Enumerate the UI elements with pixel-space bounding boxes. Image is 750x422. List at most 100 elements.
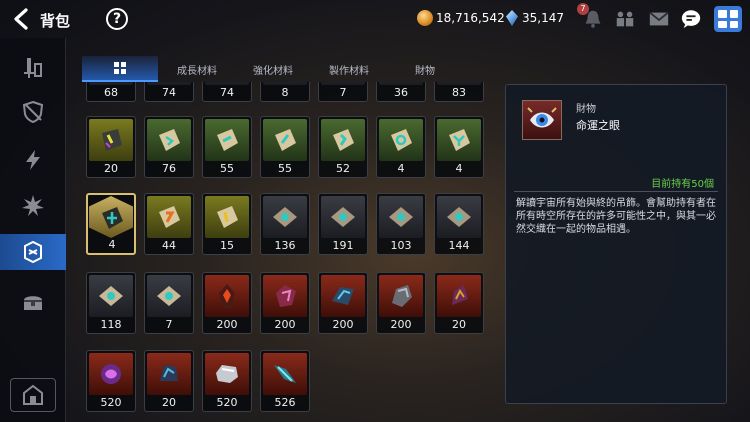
rune-stone-icon: [159, 129, 180, 151]
item-icon: [379, 275, 423, 317]
crystal-icon: [276, 285, 296, 307]
inventory-slot[interactable]: 20: [434, 272, 484, 334]
inventory-slot[interactable]: 200: [318, 272, 368, 334]
page-title: 背包: [40, 12, 71, 30]
burst-icon: [22, 195, 44, 216]
sidebar-item-equipment[interactable]: [0, 50, 66, 86]
inventory-slot[interactable]: 4: [376, 116, 426, 178]
inventory-slot[interactable]: 76: [144, 116, 194, 178]
item-icon: [89, 82, 133, 85]
gem-amount: 35,147: [522, 11, 564, 25]
inventory-slot[interactable]: 7: [318, 82, 368, 102]
item-icon: [321, 119, 365, 161]
inventory-slot[interactable]: 7: [144, 272, 194, 334]
item-count: 55: [278, 162, 292, 175]
inventory-slot[interactable]: 144: [434, 193, 484, 255]
crystal-icon: [332, 287, 354, 305]
rune-stone-icon: [449, 129, 470, 151]
item-icon: [205, 275, 249, 317]
gold-currency: 18,716,542: [417, 10, 505, 26]
ore-icon: [392, 285, 412, 307]
item-icon: [263, 119, 307, 161]
item-count: 20: [162, 396, 176, 409]
inventory-slot[interactable]: 520: [202, 350, 252, 412]
chat-button[interactable]: [680, 8, 702, 30]
item-count: 200: [390, 318, 412, 331]
mail-button[interactable]: [648, 8, 670, 30]
inventory-slot[interactable]: 55: [260, 116, 310, 178]
inventory-slot[interactable]: 83: [434, 82, 484, 102]
gem-icon: [506, 10, 518, 26]
inventory-slot[interactable]: 4: [434, 116, 484, 178]
back-arrow-icon: [14, 8, 28, 30]
menu-grid-cell: [729, 10, 738, 18]
item-count: 68: [104, 86, 118, 99]
tab-all[interactable]: [82, 56, 158, 82]
item-icon: [437, 82, 481, 85]
main-menu-button[interactable]: [714, 6, 742, 32]
inventory-slot[interactable]: 20: [86, 116, 136, 178]
rune-stone-icon: [102, 129, 122, 151]
item-count: 200: [274, 318, 296, 331]
crystal-icon: [452, 285, 468, 305]
detail-category: 財物: [576, 104, 596, 115]
inventory-slot[interactable]: 8: [260, 82, 310, 102]
tab-enhance-materials[interactable]: 強化材料: [238, 56, 308, 82]
item-count: 200: [216, 318, 238, 331]
inventory-slot[interactable]: 74: [202, 82, 252, 102]
tab-treasures[interactable]: 財物: [390, 56, 460, 82]
inventory-slot[interactable]: 36: [376, 82, 426, 102]
sidebar-item-armor[interactable]: [0, 94, 66, 130]
guild-button[interactable]: [614, 8, 636, 30]
item-count: 191: [332, 239, 354, 252]
inventory-slot[interactable]: 15: [202, 193, 252, 255]
inventory-slot[interactable]: 68: [86, 82, 136, 102]
top-bar: 背包 ? 18,716,542 35,147 7: [0, 0, 750, 38]
help-button[interactable]: ?: [106, 8, 128, 30]
sidebar-item-runes[interactable]: [0, 188, 66, 224]
inventory-slot[interactable]: 520: [86, 350, 136, 412]
tab-crafting-materials[interactable]: 製作材料: [314, 56, 384, 82]
tab-growth-materials[interactable]: 成長材料: [162, 56, 232, 82]
inventory-slot[interactable]: 44: [144, 193, 194, 255]
inventory-slot[interactable]: 52: [318, 116, 368, 178]
grid-icon: [114, 62, 126, 74]
inventory-slot[interactable]: 55: [202, 116, 252, 178]
sidebar-shop-button[interactable]: [10, 378, 56, 412]
sidebar-item-skills[interactable]: [0, 142, 66, 178]
shop-icon: [23, 384, 43, 405]
inventory-slot[interactable]: 200: [260, 272, 310, 334]
item-count: 55: [220, 162, 234, 175]
inventory-slot[interactable]: 20: [144, 350, 194, 412]
crystal-icon: [160, 365, 178, 381]
item-count: 144: [448, 239, 470, 252]
inventory-slot[interactable]: 200: [376, 272, 426, 334]
item-count: 44: [162, 239, 176, 252]
back-button[interactable]: [10, 7, 34, 31]
inventory-slot[interactable]: 526: [260, 350, 310, 412]
item-count: 103: [390, 239, 412, 252]
inventory-slot[interactable]: 103: [376, 193, 426, 255]
inventory-slot[interactable]: 118: [86, 272, 136, 334]
inventory-slot-selected[interactable]: 4: [86, 193, 136, 255]
inventory-slot[interactable]: 200: [202, 272, 252, 334]
sidebar-item-materials[interactable]: [0, 234, 66, 270]
item-count: 520: [100, 396, 122, 409]
item-count: 7: [339, 86, 347, 99]
item-icon: [379, 82, 423, 85]
item-icon: [437, 275, 481, 317]
crystal-shard-icon: [274, 365, 296, 383]
crystal-icon: [219, 284, 235, 308]
inventory-slot[interactable]: 74: [144, 82, 194, 102]
rune-stone-icon: [391, 129, 412, 151]
menu-grid-cell: [729, 20, 738, 28]
item-icon: [205, 196, 249, 238]
item-icon: [263, 275, 307, 317]
inventory-slot[interactable]: 136: [260, 193, 310, 255]
inventory-slot[interactable]: 191: [318, 193, 368, 255]
materials-icon: [24, 240, 42, 264]
gold-amount: 18,716,542: [436, 11, 505, 25]
chat-icon: [681, 10, 701, 29]
detail-owned-count: 目前持有50個: [651, 179, 714, 190]
sidebar-item-chest[interactable]: [0, 284, 66, 320]
